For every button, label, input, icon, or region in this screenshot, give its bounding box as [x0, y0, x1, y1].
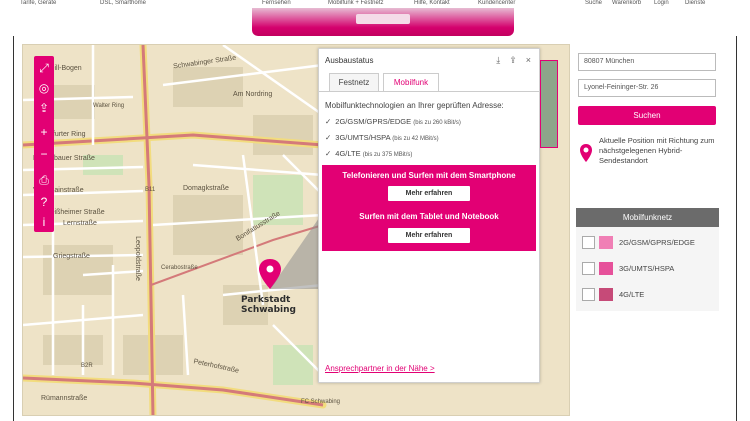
street-label: Rümannstraße	[41, 395, 88, 402]
tab-divider	[319, 91, 539, 92]
check-icon: ✓	[325, 149, 332, 158]
nav-item[interactable]: Tarife, Geräte	[20, 0, 56, 6]
info-icon[interactable]: i	[34, 212, 54, 232]
legend-label: 2G/GSM/GPRS/EDGE	[619, 238, 695, 247]
legend-label: 4G/LTE	[619, 290, 645, 299]
nav-item[interactable]: Kundencenter	[478, 0, 515, 6]
district-label: Parkstadt Schwabing	[241, 295, 296, 315]
search-button[interactable]: Suchen	[578, 106, 716, 125]
nav-item-cart[interactable]: Warenkorb	[612, 0, 641, 6]
network-legend-header: Mobilfunknetz	[576, 208, 719, 227]
promo-text-tablet: Surfen mit dem Tablet und Notebook	[359, 212, 499, 221]
nav-item-search[interactable]: Suche	[585, 0, 602, 6]
promo-box: Telefonieren und Surfen mit dem Smartpho…	[322, 165, 536, 251]
zoom-out-icon[interactable]: −	[34, 144, 54, 164]
tech-name: 3G/UMTS/HSPA	[335, 133, 391, 142]
close-icon[interactable]: ×	[526, 55, 531, 65]
street-label: Walter Ring	[93, 103, 125, 109]
share-icon[interactable]: ⇪	[34, 98, 54, 118]
legend-label: 3G/UMTS/HSPA	[619, 264, 675, 273]
road-label: B2R	[81, 363, 93, 369]
road-label: B11	[145, 187, 156, 193]
print-icon[interactable]: ⎙	[34, 170, 54, 190]
district-line: Schwabing	[241, 305, 296, 315]
legend-swatch	[599, 236, 613, 249]
nav-item-services[interactable]: Dienste	[685, 0, 705, 6]
coverage-popup: Ausbaustatus ⤓ ⇪ × Festnetz Mobilfunk Mobi…	[318, 48, 540, 383]
street-label: Lernstraße	[63, 220, 97, 227]
street-label: Domagkstraße	[183, 185, 229, 192]
help-icon[interactable]: ?	[34, 192, 54, 212]
tech-name: 2G/GSM/GPRS/EDGE	[335, 117, 412, 126]
zip-city-input[interactable]: 80807 München	[578, 53, 716, 71]
popup-title: Ausbaustatus	[325, 56, 374, 65]
tech-name: 4G/LTE	[335, 149, 361, 158]
map-label: FC Schwabing	[301, 399, 341, 405]
frame-border-right	[736, 36, 737, 421]
map-location-pin	[259, 218, 323, 289]
contact-nearby-link[interactable]: Ansprechpartner in der Nähe >	[325, 364, 435, 373]
nav-item-login[interactable]: Login	[654, 0, 669, 6]
locate-icon[interactable]: ◎	[34, 78, 54, 98]
tech-detail: (bis zu 260 kBit/s)	[413, 120, 461, 126]
legend-checkbox[interactable]	[582, 262, 595, 275]
tech-row-2g: ✓ 2G/GSM/GPRS/EDGE (bis zu 260 kBit/s)	[325, 117, 461, 126]
promo-text-smartphone: Telefonieren und Surfen mit dem Smartpho…	[342, 171, 516, 180]
location-pin-icon	[580, 144, 592, 162]
tech-row-4g: ✓ 4G/LTE (bis zu 375 MBit/s)	[325, 149, 412, 158]
tech-detail: (bis zu 42 MBit/s)	[392, 136, 439, 142]
legend-swatch	[599, 288, 613, 301]
street-label: Cerabostraße	[161, 265, 198, 271]
check-icon: ✓	[325, 133, 332, 142]
nav-item[interactable]: Mobilfunk + Festnetz	[328, 0, 384, 6]
header-band	[14, 8, 736, 36]
header-notch	[356, 14, 410, 24]
street-input[interactable]: Lyonel-Feininger-Str. 26	[578, 79, 716, 97]
street-label: Am Nordring	[233, 91, 273, 98]
tech-row-3g: ✓ 3G/UMTS/HSPA (bis zu 42 MBit/s)	[325, 133, 439, 142]
frame-border-left	[13, 36, 14, 421]
nav-item[interactable]: Hilfe, Kontakt	[414, 0, 450, 6]
street-label: Leopoldstraße	[133, 236, 141, 281]
street-label: Griegstraße	[53, 253, 90, 260]
legend-checkbox[interactable]	[582, 288, 595, 301]
download-icon[interactable]: ⤓	[496, 55, 500, 65]
tab-festnetz[interactable]: Festnetz	[329, 73, 379, 91]
nav-item[interactable]: DSL, Smarthome	[100, 0, 146, 6]
tab-mobilfunk[interactable]: Mobilfunk	[383, 73, 439, 92]
browser-frame: Tarife, Geräte DSL, Smarthome Fernsehen …	[0, 0, 750, 421]
map-layer-thumbnails[interactable]	[540, 60, 558, 148]
district-line: Parkstadt	[241, 295, 291, 305]
legend-checkbox[interactable]	[582, 236, 595, 249]
more-info-button-tablet[interactable]: Mehr erfahren	[388, 228, 470, 243]
tech-detail: (bis zu 375 MBit/s)	[362, 152, 413, 158]
share-icon[interactable]: ⇪	[509, 55, 517, 65]
top-navigation: Tarife, Geräte DSL, Smarthome Fernsehen …	[14, 0, 736, 8]
header-logo-band	[252, 8, 514, 36]
check-icon: ✓	[325, 117, 332, 126]
location-description: Aktuelle Position mit Richtung zum nächs…	[599, 136, 715, 165]
map-toolbar: ⤢ ◎ ⇪ + − ⎙ ? i	[34, 56, 54, 232]
popup-intro: Mobilfunktechnologien an Ihrer geprüften…	[325, 101, 504, 110]
popup-actions: ⤓ ⇪ ×	[487, 55, 531, 66]
more-info-button-smartphone[interactable]: Mehr erfahren	[388, 186, 470, 201]
nav-item[interactable]: Fernsehen	[262, 0, 291, 6]
fullscreen-icon[interactable]: ⤢	[34, 58, 54, 78]
zoom-in-icon[interactable]: +	[34, 122, 54, 142]
legend-swatch	[599, 262, 613, 275]
